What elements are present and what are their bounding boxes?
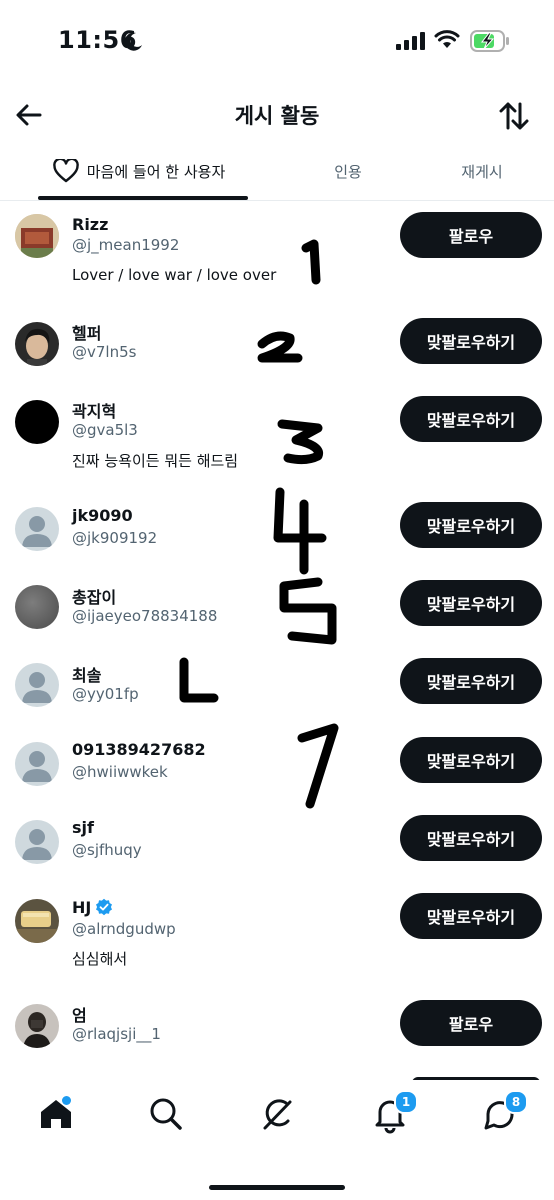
avatar[interactable] — [15, 742, 59, 786]
annotation-mark-3 — [277, 419, 323, 465]
follow-back-button[interactable]: 맞팔로우하기 — [400, 737, 542, 783]
user-handle: @hwiiwwkek — [72, 763, 168, 781]
notifications-badge: 1 — [394, 1090, 418, 1114]
user-handle: @yy01fp — [72, 685, 139, 703]
user-handle: @sjfhuqy — [72, 841, 142, 859]
tab-likes-label: 마음에 들어 한 사용자 — [86, 162, 226, 181]
avatar[interactable] — [15, 899, 59, 943]
annotation-mark-1 — [301, 239, 321, 285]
user-handle: @ijaeyeo78834188 — [72, 607, 218, 625]
header: 게시 활동 — [0, 88, 554, 142]
nav-messages[interactable]: 8 — [480, 1090, 528, 1134]
avatar[interactable] — [15, 1004, 59, 1048]
sort-icon[interactable] — [498, 100, 530, 132]
avatar[interactable] — [15, 400, 59, 444]
annotation-mark-2 — [257, 331, 303, 363]
user-name-text: HJ — [72, 898, 92, 917]
user-handle: @alrndgudwp — [72, 920, 176, 938]
annotation-mark-5 — [279, 577, 337, 645]
annotation-mark-7 — [297, 723, 339, 809]
avatar-image — [15, 322, 59, 366]
follow-back-button[interactable]: 맞팔로우하기 — [400, 658, 542, 704]
user-handle: @j_mean1992 — [72, 236, 180, 254]
tab-bar: 마음에 들어 한 사용자 인용 재게시 — [0, 142, 554, 201]
follow-back-button[interactable]: 맞팔로우하기 — [400, 396, 542, 442]
wifi-icon — [434, 30, 460, 48]
user-bio: 진짜 능욕이든 뭐든 해드림 — [72, 452, 239, 470]
avatar-image — [15, 899, 59, 943]
grok-icon — [263, 1099, 292, 1130]
user-bio: 심심해서 — [72, 950, 128, 968]
search-icon — [150, 1098, 182, 1130]
user-handle: @rlaqjsji__1 — [72, 1025, 161, 1043]
default-avatar-icon — [22, 751, 52, 782]
tab-quotes-label: 인용 — [334, 162, 362, 181]
avatar[interactable] — [15, 663, 59, 707]
bottom-nav: 1 8 — [0, 1080, 554, 1200]
user-handle: @jk909192 — [72, 529, 158, 547]
tab-quotes[interactable]: 인용 — [300, 142, 396, 200]
tab-likes[interactable]: 마음에 들어 한 사용자 — [30, 142, 248, 200]
user-name: jk9090 — [72, 506, 133, 525]
user-handle: @gva5l3 — [72, 421, 138, 439]
user-name: 헬퍼 — [72, 324, 102, 343]
home-indicator — [209, 1185, 345, 1190]
avatar[interactable] — [15, 214, 59, 258]
follow-back-button[interactable]: 맞팔로우하기 — [400, 893, 542, 939]
annotation-mark-4 — [273, 487, 327, 575]
avatar[interactable] — [15, 322, 59, 366]
avatar[interactable] — [15, 820, 59, 864]
user-name: 엄 — [72, 1006, 87, 1025]
avatar-image — [15, 214, 59, 258]
cellular-signal-icon — [396, 32, 425, 50]
battery-charging-icon — [470, 30, 509, 52]
user-name: 091389427682 — [72, 740, 206, 759]
follow-back-button[interactable]: 맞팔로우하기 — [400, 318, 542, 364]
nav-home[interactable] — [36, 1094, 76, 1134]
tab-reposts-label: 재게시 — [461, 162, 503, 181]
active-tab-indicator — [38, 196, 248, 200]
status-bar: 11:56 — [0, 0, 554, 80]
nav-grok[interactable] — [257, 1094, 297, 1134]
follow-back-button[interactable]: 맞팔로우하기 — [400, 580, 542, 626]
user-name: HJ — [72, 898, 113, 917]
moon-icon — [124, 32, 142, 51]
follow-button[interactable]: 팔로우 — [400, 1000, 542, 1046]
nav-notifications[interactable]: 1 — [370, 1090, 418, 1134]
avatar[interactable] — [15, 585, 59, 629]
user-name: 최솔 — [72, 666, 102, 685]
tab-reposts[interactable]: 재게시 — [430, 142, 534, 200]
avatar[interactable] — [15, 507, 59, 551]
default-avatar-icon — [22, 516, 52, 547]
heart-icon — [52, 159, 79, 183]
messages-badge: 8 — [504, 1090, 528, 1114]
verified-icon — [96, 898, 113, 916]
avatar-image — [15, 1004, 59, 1048]
nav-search[interactable] — [146, 1094, 186, 1134]
follow-back-button[interactable]: 맞팔로우하기 — [400, 502, 542, 548]
user-name: Rizz — [72, 215, 109, 234]
follow-button[interactable]: 팔로우 — [400, 212, 542, 258]
user-name: 곽지혁 — [72, 402, 117, 421]
default-avatar-icon — [22, 672, 52, 703]
default-avatar-icon — [22, 829, 52, 860]
follow-back-button[interactable]: 맞팔로우하기 — [400, 815, 542, 861]
annotation-mark-6 — [179, 657, 219, 703]
page-title: 게시 활동 — [234, 104, 320, 128]
home-unread-dot — [62, 1096, 71, 1105]
user-name: 총잡이 — [72, 588, 117, 607]
user-bio: Lover / love war / love over — [72, 266, 277, 284]
user-name: sjf — [72, 818, 94, 837]
user-handle: @v7ln5s — [72, 343, 137, 361]
